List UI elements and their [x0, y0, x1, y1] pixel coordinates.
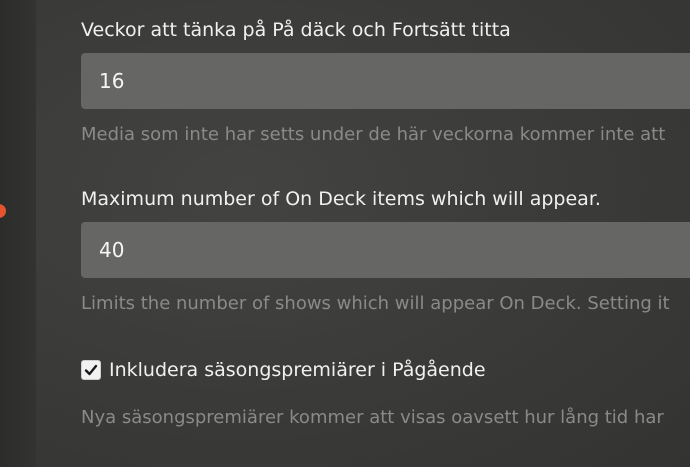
sidebar-rail — [0, 0, 36, 467]
max-items-setting-label: Maximum number of On Deck items which wi… — [81, 188, 601, 210]
season-premieres-label[interactable]: Inkludera säsongspremiärer i Pågående — [109, 359, 486, 381]
checkmark-icon — [84, 364, 98, 376]
season-premieres-row[interactable]: Inkludera säsongspremiärer i Pågående — [81, 358, 486, 382]
weeks-setting-help: Media som inte har setts under de här ve… — [81, 124, 666, 145]
weeks-setting-label: Veckor att tänka på På däck och Fortsätt… — [81, 19, 511, 41]
max-items-input[interactable]: 40 — [81, 222, 690, 278]
sidebar-active-indicator — [0, 204, 6, 218]
weeks-input[interactable]: 16 — [81, 53, 690, 109]
season-premieres-help: Nya säsongspremiärer kommer att visas oa… — [81, 407, 664, 428]
max-items-setting-help: Limits the number of shows which will ap… — [81, 293, 670, 314]
season-premieres-checkbox[interactable] — [81, 360, 101, 380]
